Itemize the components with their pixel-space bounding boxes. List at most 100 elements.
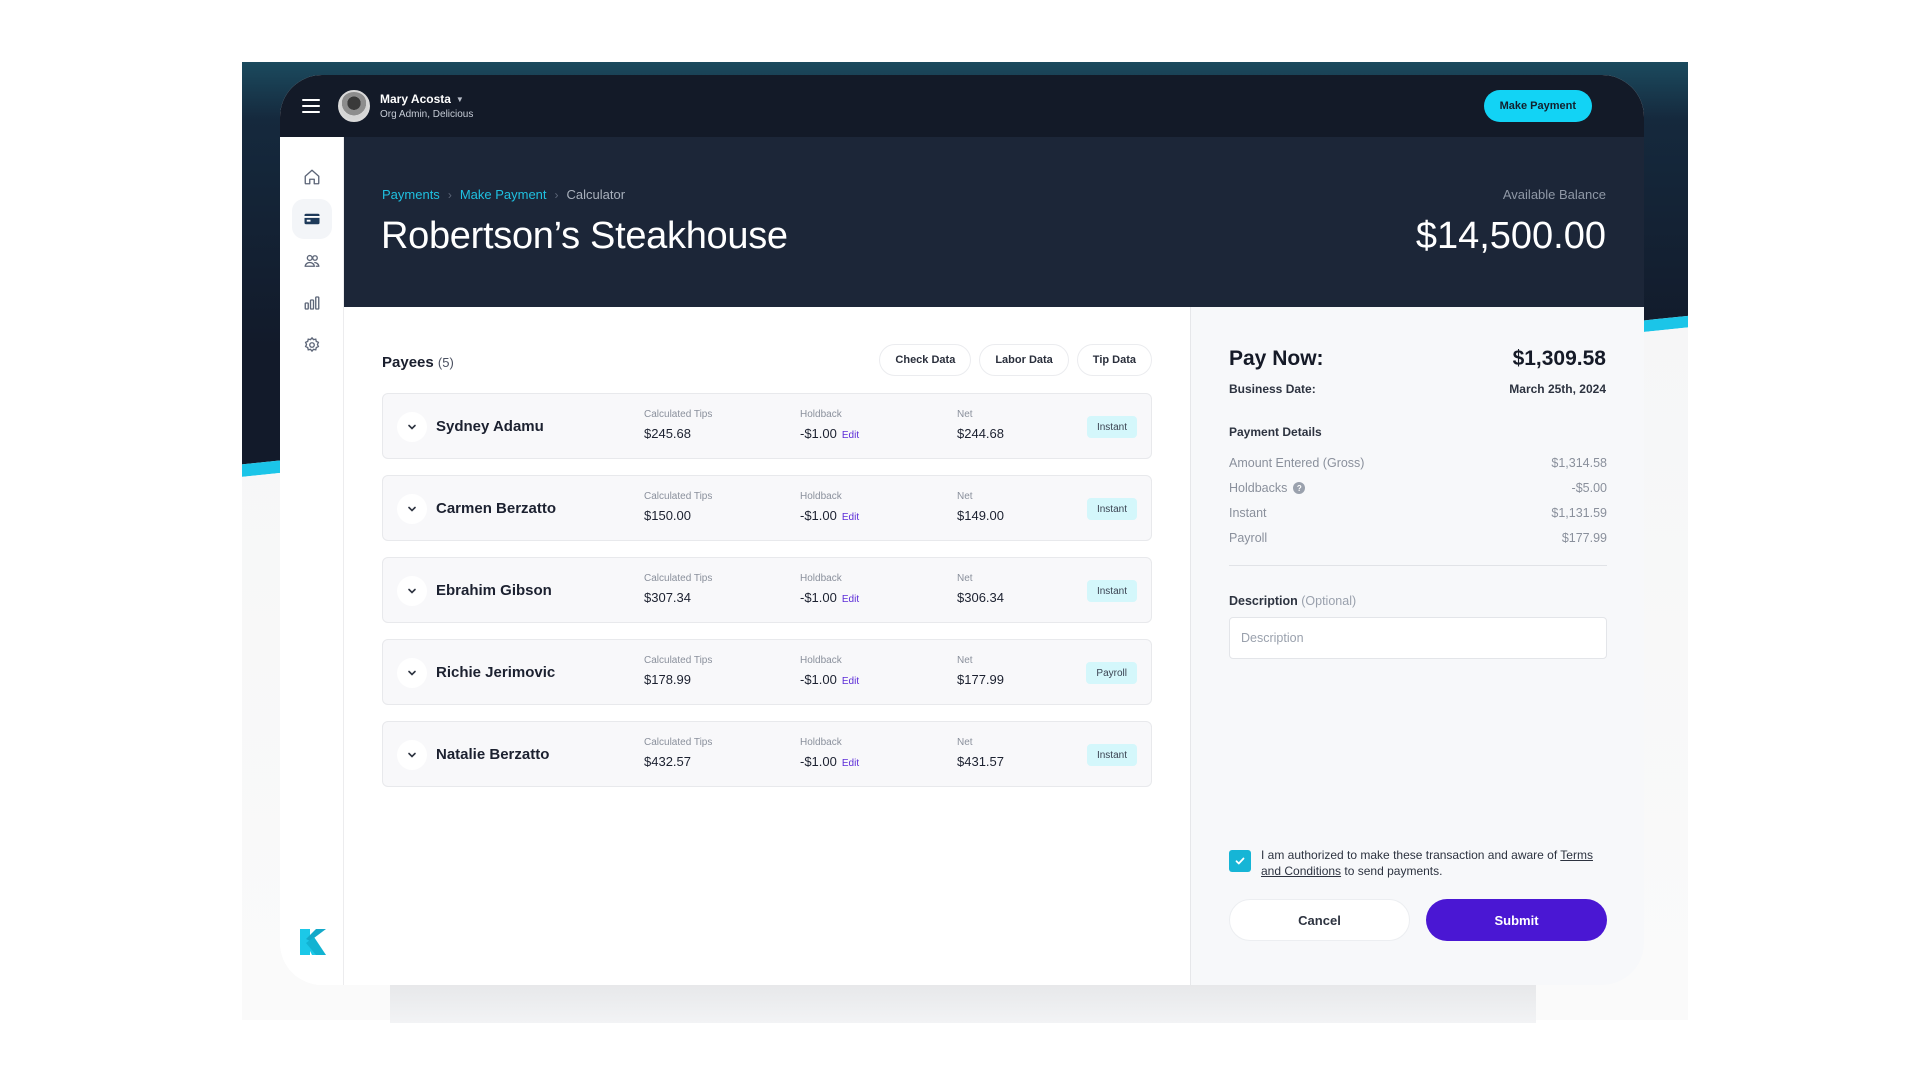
calculated-tips: Calculated Tips $307.34	[644, 573, 712, 605]
breadcrumb-calculator: Calculator	[566, 187, 626, 202]
net-value: $306.34	[957, 590, 1004, 605]
divider	[1229, 565, 1607, 566]
make-payment-button[interactable]: Make Payment	[1483, 90, 1592, 122]
net: Net $177.99	[957, 655, 1004, 687]
app-window: Mary Acosta ▼ Org Admin, Delicious Make …	[280, 75, 1644, 985]
calculated-tips: Calculated Tips $245.68	[644, 409, 712, 441]
net-value: $431.57	[957, 754, 1004, 769]
col-label: Calculated Tips	[644, 655, 713, 666]
credit-card-icon	[304, 213, 320, 225]
sidebar-item-reports[interactable]	[292, 283, 332, 323]
check-icon	[1235, 857, 1245, 865]
net-value: $149.00	[957, 508, 1004, 523]
payment-type-badge[interactable]: Instant	[1086, 498, 1137, 520]
edit-holdback-link[interactable]: Edit	[842, 758, 859, 769]
expand-toggle[interactable]	[397, 740, 427, 770]
payee-row[interactable]: Ebrahim Gibson Calculated Tips $307.34 Hold…	[382, 557, 1152, 623]
cancel-button[interactable]: Cancel	[1229, 899, 1410, 941]
payee-name: Carmen Berzatto	[436, 500, 557, 517]
chevron-down-icon	[408, 670, 416, 676]
chevron-down-icon	[408, 506, 416, 512]
expand-toggle[interactable]	[397, 494, 427, 524]
tips-value: $307.34	[644, 590, 691, 605]
net: Net $244.68	[957, 409, 1004, 441]
sidebar-item-payments[interactable]	[292, 199, 332, 239]
detail-value: -$5.00	[1571, 480, 1607, 495]
breadcrumb: Payments › Make Payment › Calculator	[382, 187, 625, 202]
holdback: Holdback -$1.00 Edit	[800, 573, 859, 605]
data-buttons: Check Data Labor Data Tip Data	[879, 344, 1152, 376]
payment-type-badge[interactable]: Instant	[1086, 744, 1137, 766]
background-shadow	[390, 985, 1536, 1023]
calculated-tips: Calculated Tips $432.57	[644, 737, 712, 769]
tips-value: $432.57	[644, 754, 691, 769]
payee-row[interactable]: Richie Jerimovic Calculated Tips $178.99 Ho…	[382, 639, 1152, 705]
payee-row[interactable]: Sydney Adamu Calculated Tips $245.68 Holdba…	[382, 393, 1152, 459]
avatar[interactable]	[338, 90, 370, 122]
detail-row-holdbacks: Holdbacks? -$5.00	[1229, 475, 1607, 500]
col-label: Calculated Tips	[644, 409, 713, 420]
calculated-tips: Calculated Tips $178.99	[644, 655, 712, 687]
col-label: Calculated Tips	[644, 491, 713, 502]
sidebar-item-home[interactable]	[292, 157, 332, 197]
description-input[interactable]	[1229, 617, 1607, 659]
breadcrumb-payments[interactable]: Payments	[382, 187, 440, 202]
help-icon[interactable]: ?	[1293, 482, 1306, 495]
description-label: Description (Optional)	[1229, 594, 1356, 608]
calculated-tips: Calculated Tips $150.00	[644, 491, 712, 523]
detail-value: $177.99	[1561, 530, 1607, 545]
col-label: Holdback	[800, 573, 842, 584]
check-data-button[interactable]: Check Data	[879, 344, 972, 376]
holdback: Holdback -$1.00 Edit	[800, 491, 859, 523]
user-menu[interactable]: Mary Acosta ▼ Org Admin, Delicious	[380, 92, 473, 120]
edit-holdback-link[interactable]: Edit	[842, 430, 859, 441]
payment-type-badge[interactable]: Payroll	[1086, 662, 1137, 684]
net: Net $306.34	[957, 573, 1004, 605]
edit-holdback-link[interactable]: Edit	[842, 512, 859, 523]
detail-row-instant: Instant $1,131.59	[1229, 500, 1607, 525]
payment-type-badge[interactable]: Instant	[1086, 580, 1137, 602]
edit-holdback-link[interactable]: Edit	[842, 676, 859, 687]
payee-list: Sydney Adamu Calculated Tips $245.68 Holdba…	[382, 393, 1152, 803]
detail-label-text: Holdbacks	[1229, 480, 1288, 495]
tip-data-button[interactable]: Tip Data	[1076, 344, 1152, 376]
home-icon	[304, 169, 320, 185]
holdback: Holdback -$1.00 Edit	[800, 655, 859, 687]
business-date-label: Business Date:	[1229, 382, 1316, 396]
sidebar-item-users[interactable]	[292, 241, 332, 281]
expand-toggle[interactable]	[397, 658, 427, 688]
expand-toggle[interactable]	[397, 412, 427, 442]
labor-data-button[interactable]: Labor Data	[979, 344, 1069, 376]
detail-row-payroll: Payroll $177.99	[1229, 525, 1607, 550]
col-label: Holdback	[800, 409, 842, 420]
menu-icon[interactable]	[302, 99, 320, 113]
pay-now-value: $1,309.58	[1512, 347, 1606, 370]
sidebar	[280, 137, 344, 985]
col-label: Holdback	[800, 737, 842, 748]
authorization-checkbox[interactable]	[1229, 850, 1251, 872]
holdback-value: -$1.00	[800, 672, 837, 687]
col-label: Holdback	[800, 655, 842, 666]
detail-row-gross: Amount Entered (Gross) $1,314.58	[1229, 450, 1607, 475]
top-bar: Mary Acosta ▼ Org Admin, Delicious Make …	[280, 75, 1644, 137]
sidebar-item-settings[interactable]	[292, 325, 332, 365]
submit-button[interactable]: Submit	[1426, 899, 1607, 941]
detail-label: Instant	[1229, 505, 1267, 520]
authorization-text: I am authorized to make these transactio…	[1261, 847, 1607, 879]
payee-row[interactable]: Carmen Berzatto Calculated Tips $150.00 Hol…	[382, 475, 1152, 541]
tips-value: $245.68	[644, 426, 691, 441]
payee-row[interactable]: Natalie Berzatto Calculated Tips $432.57 Ho…	[382, 721, 1152, 787]
detail-value: $1,131.59	[1551, 505, 1607, 520]
tips-value: $178.99	[644, 672, 691, 687]
edit-holdback-link[interactable]: Edit	[842, 594, 859, 605]
payment-summary-panel: Pay Now: $1,309.58 Business Date: March …	[1190, 307, 1644, 985]
caret-down-icon: ▼	[455, 94, 464, 104]
breadcrumb-make-payment[interactable]: Make Payment	[460, 187, 547, 202]
payees-count: (5)	[437, 355, 454, 370]
holdback: Holdback -$1.00 Edit	[800, 409, 859, 441]
payment-type-badge[interactable]: Instant	[1086, 416, 1137, 438]
authorization: I am authorized to make these transactio…	[1229, 847, 1607, 879]
chevron-down-icon	[408, 424, 416, 430]
col-label: Net	[957, 655, 973, 666]
expand-toggle[interactable]	[397, 576, 427, 606]
